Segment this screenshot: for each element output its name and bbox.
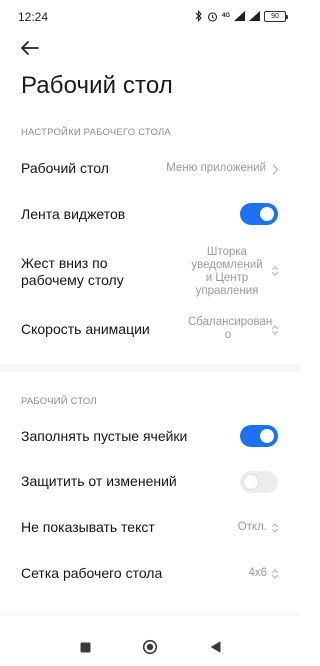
setting-row-hide-app-names[interactable]: Не показывать текст Откл. xyxy=(0,511,300,545)
setting-label: Защитить от изменений xyxy=(21,473,177,489)
system-nav-bar xyxy=(0,628,300,666)
setting-value-line: Шторка xyxy=(206,246,248,258)
setting-row-swipe-down-gesture[interactable]: Жест вниз по рабочему столу Шторка уведо… xyxy=(0,242,300,302)
setting-value-line: о xyxy=(224,329,232,341)
setting-label-line: рабочему столу xyxy=(21,272,124,288)
back-arrow-icon xyxy=(21,41,39,55)
recents-button[interactable] xyxy=(76,638,94,656)
alarm-icon xyxy=(207,10,218,22)
chevron-updown-icon xyxy=(270,323,280,337)
back-button[interactable] xyxy=(16,34,44,62)
setting-value-line: Сбалансирован xyxy=(188,316,273,328)
chevron-updown-icon xyxy=(270,567,280,581)
setting-value: Сбалансирован о xyxy=(188,316,272,342)
widget-feed-toggle[interactable] xyxy=(240,203,278,225)
nav-back-button[interactable] xyxy=(206,638,224,656)
battery-level: 90 xyxy=(271,12,279,20)
setting-value: 4х6 xyxy=(248,567,267,579)
section-header-desktop: РАБОЧИЙ СТОЛ xyxy=(21,396,97,407)
status-bar: 12:24 4G 90 xyxy=(0,0,300,34)
battery-icon: 90 xyxy=(264,10,288,22)
chevron-right-icon xyxy=(270,162,280,176)
setting-row-fill-empty-cells[interactable]: Заполнять пустые ячейки xyxy=(0,420,300,454)
square-icon xyxy=(80,642,90,652)
signal-icon xyxy=(249,10,260,22)
chevron-updown-icon xyxy=(270,521,280,535)
setting-row-lock-layout[interactable]: Защитить от изменений xyxy=(0,465,300,499)
setting-row-widget-feed[interactable]: Лента виджетов xyxy=(0,198,300,232)
status-time: 12:24 xyxy=(18,10,49,24)
signal-icon xyxy=(234,10,245,22)
setting-label: Не показывать текст xyxy=(21,519,155,535)
triangle-back-icon xyxy=(210,641,220,653)
home-button[interactable] xyxy=(141,638,159,656)
network-4g-icon: 4G xyxy=(221,13,230,19)
setting-value: Меню приложений xyxy=(166,162,266,174)
setting-label-line: Жест вниз по xyxy=(21,255,108,271)
section-header-desktop-settings: НАСТРОЙКИ РАБОЧЕГО СТОЛА xyxy=(21,127,171,138)
setting-value-line: уведомлений xyxy=(191,259,263,271)
setting-value-line: управления xyxy=(195,285,259,297)
lock-layout-toggle[interactable] xyxy=(240,471,278,493)
toggle-knob xyxy=(260,207,274,221)
chevron-updown-icon xyxy=(270,264,280,278)
setting-label: Скорость анимации xyxy=(21,321,150,337)
section-divider xyxy=(0,364,300,372)
circle-icon xyxy=(142,639,158,655)
bluetooth-icon xyxy=(195,10,203,22)
setting-label: Жест вниз по рабочему столу xyxy=(21,255,124,289)
setting-value: Шторка уведомлений и Центр управления xyxy=(186,246,268,298)
setting-row-animation-speed[interactable]: Скорость анимации Сбалансирован о xyxy=(0,312,300,348)
setting-label: Заполнять пустые ячейки xyxy=(21,428,188,444)
section-divider xyxy=(0,612,300,616)
setting-label: Сетка рабочего стола xyxy=(21,565,163,581)
setting-label: Рабочий стол xyxy=(21,160,109,176)
setting-row-desktop-grid[interactable]: Сетка рабочего стола 4х6 xyxy=(0,557,300,591)
setting-row-desktop-mode[interactable]: Рабочий стол Меню приложений xyxy=(0,152,300,186)
page-title: Рабочий стол xyxy=(21,72,173,99)
setting-value-line: и Центр xyxy=(205,272,249,284)
toggle-knob xyxy=(244,475,258,489)
status-icons: 4G 90 xyxy=(195,9,288,23)
toggle-knob xyxy=(260,429,274,443)
fill-empty-cells-toggle[interactable] xyxy=(240,425,278,447)
setting-label: Лента виджетов xyxy=(21,206,126,222)
setting-value: Откл. xyxy=(237,521,267,533)
